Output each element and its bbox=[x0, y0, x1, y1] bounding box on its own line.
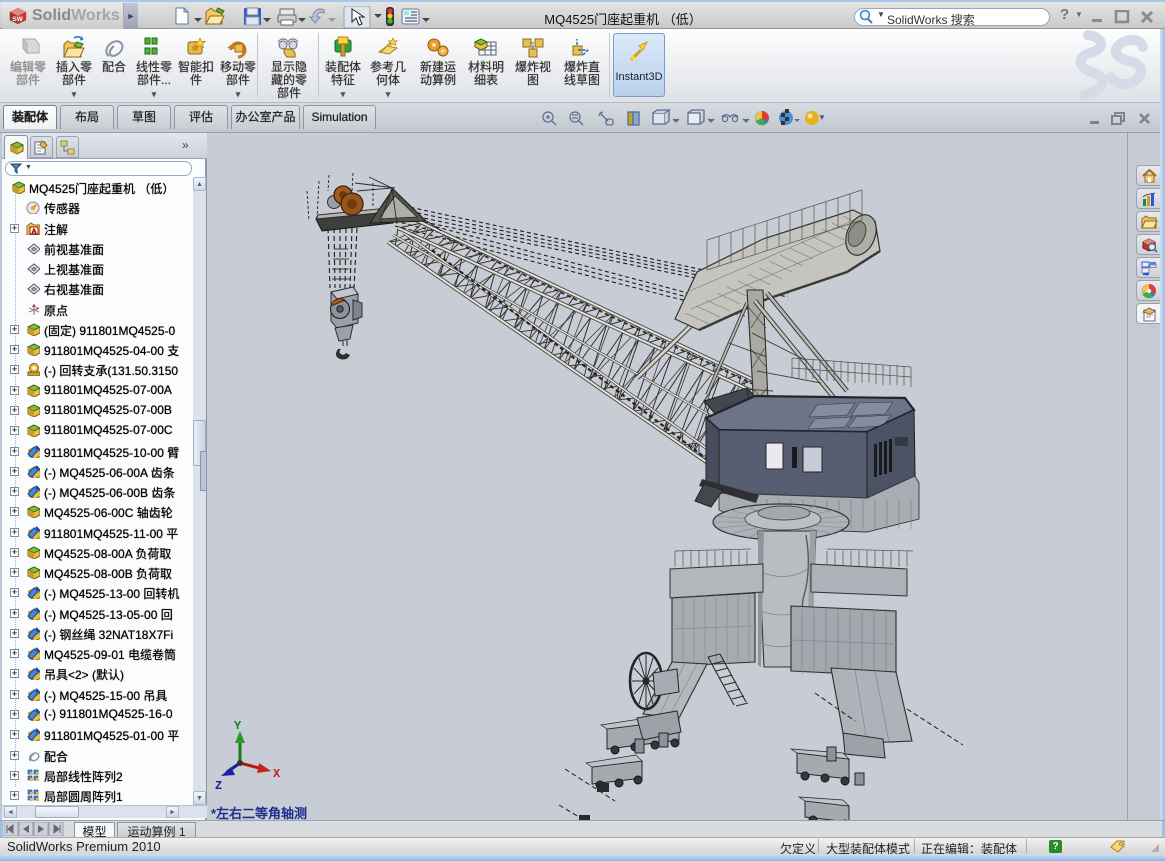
svg-text:SW: SW bbox=[12, 16, 23, 23]
svg-text:Z: Z bbox=[215, 779, 222, 793]
svg-text:X: X bbox=[273, 767, 281, 781]
svg-text:Y: Y bbox=[234, 719, 242, 733]
